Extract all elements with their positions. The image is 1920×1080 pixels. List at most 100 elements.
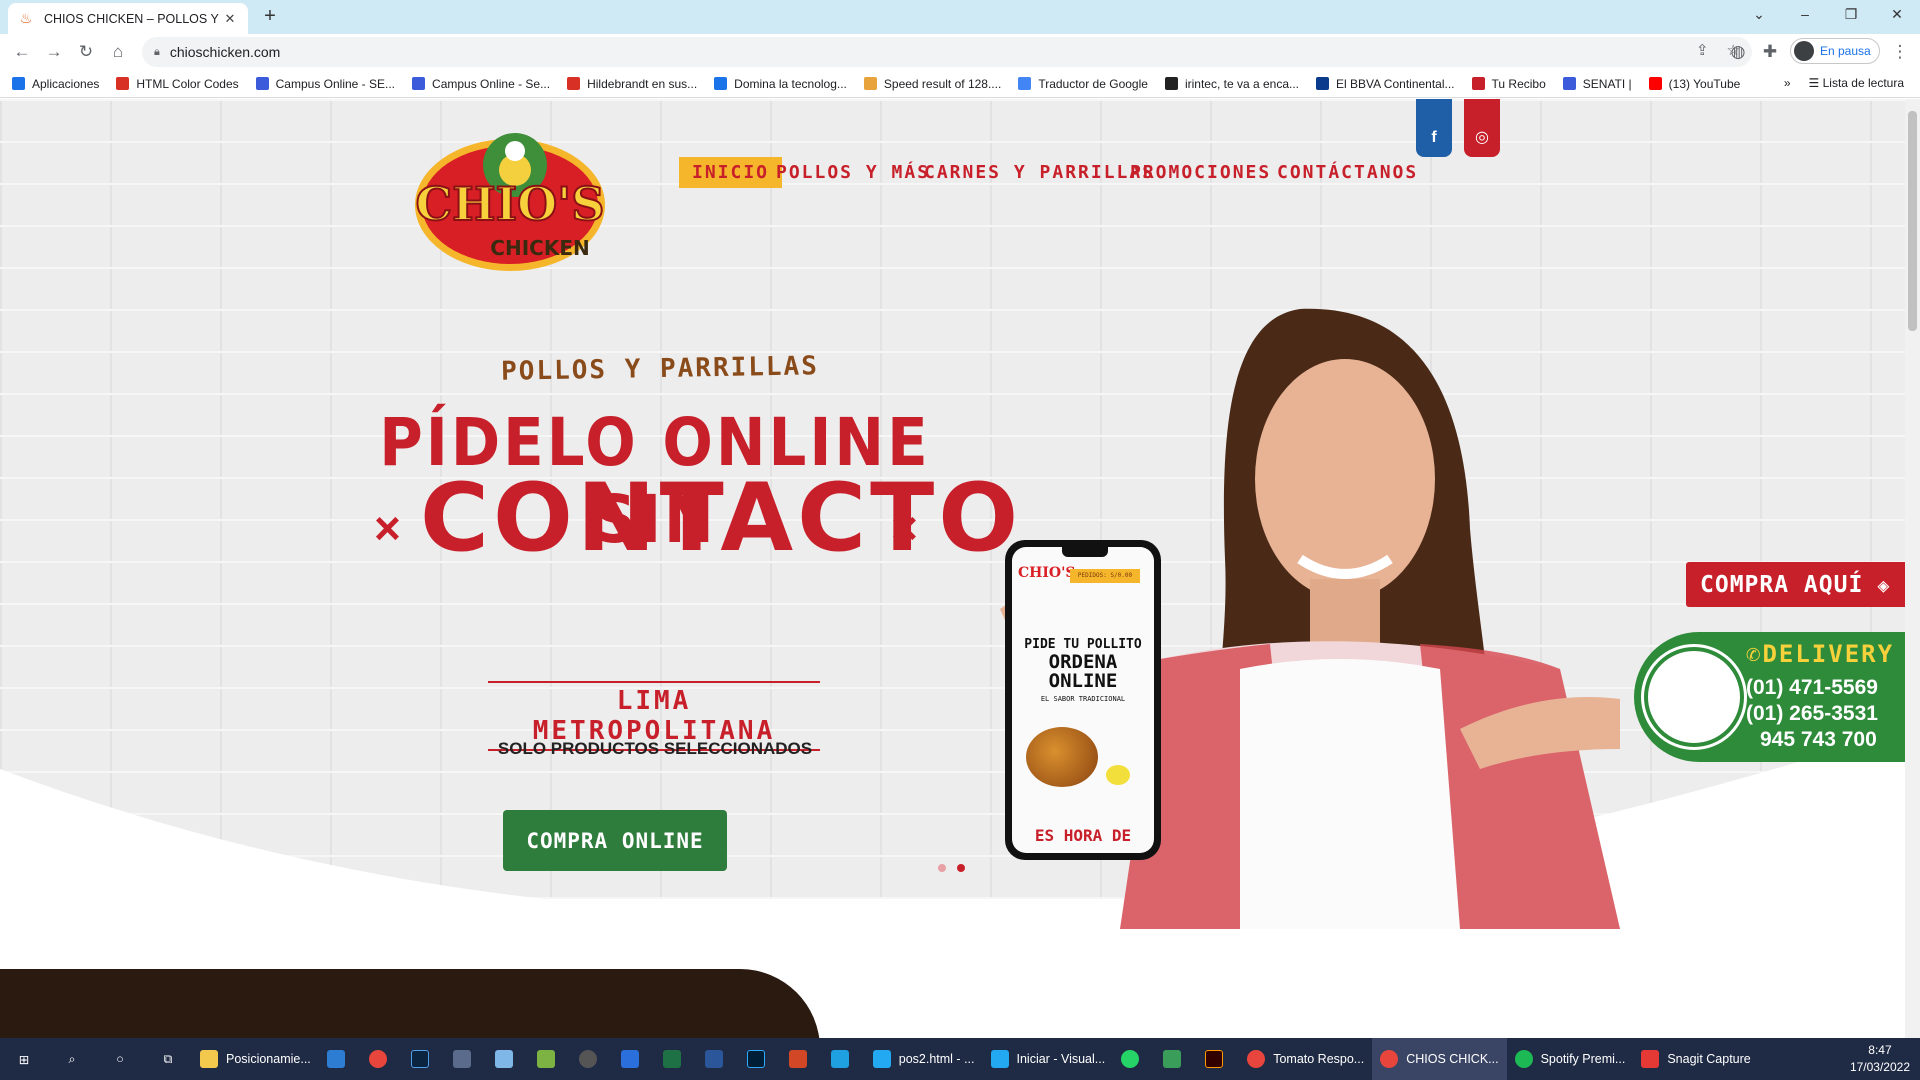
bookmark-item[interactable]: (13) YouTube bbox=[1648, 77, 1740, 91]
delivery-phone-2: (01) 265-3531 bbox=[1746, 702, 1878, 725]
delivery-badge[interactable]: ✆DELIVERY (01) 471-5569 (01) 265-3531 94… bbox=[1634, 632, 1905, 762]
hero-kicker: POLLOS Y PARRILLAS bbox=[500, 351, 820, 387]
taskbar-vscode-1[interactable]: pos2.html - ... bbox=[865, 1038, 983, 1080]
bookmark-item[interactable]: Campus Online - SE... bbox=[255, 77, 395, 91]
bookmark-item[interactable]: Campus Online - Se... bbox=[412, 77, 550, 91]
facebook-button[interactable]: f bbox=[1416, 99, 1452, 157]
taskbar-spotify[interactable]: Spotify Premi... bbox=[1507, 1038, 1634, 1080]
page-scrollbar[interactable] bbox=[1905, 99, 1920, 1038]
taskbar-screen[interactable] bbox=[823, 1038, 865, 1080]
taskbar-illustrator[interactable] bbox=[1197, 1038, 1239, 1080]
bookmark-item[interactable]: Aplicaciones bbox=[12, 77, 99, 91]
excel-icon bbox=[662, 1050, 681, 1068]
cortana-icon[interactable]: ○ bbox=[96, 1038, 144, 1080]
phone-mockup: CHIO'S PEDIDOS: S/0.00 PIDE TU POLLITO O… bbox=[1005, 540, 1161, 860]
bookmark-favicon-icon bbox=[412, 77, 426, 90]
bookmark-item[interactable]: Tu Recibo bbox=[1471, 77, 1546, 91]
taskbar-label: Snagit Capture bbox=[1667, 1052, 1751, 1066]
reload-icon[interactable]: ↻ bbox=[70, 36, 102, 68]
taskbar-chrome-tomato[interactable]: Tomato Respo... bbox=[1239, 1038, 1372, 1080]
bookmarks-overflow-icon[interactable]: » bbox=[1784, 76, 1791, 90]
taskbar-android[interactable] bbox=[529, 1038, 571, 1080]
compra-aqui-button[interactable]: COMPRA AQUÍ ◈ bbox=[1686, 562, 1905, 607]
instagram-icon: ◎ bbox=[1475, 129, 1489, 146]
puzzle-extensions-icon[interactable]: ✚ bbox=[1754, 36, 1786, 68]
taskbar-chrome-chios[interactable]: CHIOS CHICK... bbox=[1372, 1038, 1507, 1080]
extension-icon[interactable]: ◍ bbox=[1722, 36, 1754, 68]
profile-label: En pausa bbox=[1820, 44, 1871, 58]
home-icon[interactable]: ⌂ bbox=[102, 36, 134, 68]
bookmark-item[interactable]: irintec, te va a enca... bbox=[1164, 77, 1299, 91]
taskbar-whatsapp[interactable] bbox=[1113, 1038, 1155, 1080]
taskbar-notes[interactable] bbox=[487, 1038, 529, 1080]
restore-button[interactable]: ❐ bbox=[1828, 0, 1874, 30]
nav-contactanos[interactable]: CONTÁCTANOS bbox=[1277, 162, 1418, 183]
taskbar-chrome[interactable] bbox=[361, 1038, 403, 1080]
taskbar-label: CHIOS CHICK... bbox=[1406, 1052, 1499, 1066]
slider-dot-2[interactable] bbox=[957, 864, 965, 872]
lock-icon: 🔒︎ bbox=[154, 45, 160, 58]
windows-start-icon[interactable]: ⊞ bbox=[0, 1038, 48, 1080]
scrollbar-thumb[interactable] bbox=[1908, 111, 1917, 331]
taskbar-snagit[interactable]: Snagit Capture bbox=[1633, 1038, 1758, 1080]
bookmark-item[interactable]: Domina la tecnolog... bbox=[714, 77, 847, 91]
instagram-button[interactable]: ◎ bbox=[1464, 99, 1500, 157]
phone-screen: CHIO'S PEDIDOS: S/0.00 PIDE TU POLLITO O… bbox=[1012, 547, 1154, 853]
nav-inicio[interactable]: INICIO bbox=[679, 157, 783, 188]
bookmark-item[interactable]: SENATI | bbox=[1562, 77, 1632, 91]
taskbar-excel[interactable] bbox=[655, 1038, 697, 1080]
taskbar-calculator[interactable] bbox=[445, 1038, 487, 1080]
minimize-button[interactable]: – bbox=[1782, 0, 1828, 30]
taskbar-download[interactable] bbox=[1155, 1038, 1197, 1080]
nav-pollos[interactable]: POLLOS Y MÁS bbox=[776, 162, 930, 183]
taskbar-word[interactable] bbox=[697, 1038, 739, 1080]
mascot-icon bbox=[1641, 644, 1747, 750]
tab-search-icon[interactable]: ⌄ bbox=[1736, 0, 1782, 30]
taskbar-label: Tomato Respo... bbox=[1273, 1052, 1365, 1066]
close-tab-icon[interactable]: ✕ bbox=[222, 11, 238, 27]
reading-list-button[interactable]: ☰ Lista de lectura bbox=[1809, 76, 1904, 90]
taskbar-app-explorer[interactable]: Posicionamie... bbox=[192, 1038, 319, 1080]
bookmark-item[interactable]: El BBVA Continental... bbox=[1316, 77, 1455, 91]
taskbar-4k[interactable] bbox=[571, 1038, 613, 1080]
web-page: CHIO'S CHICKEN INICIO POLLOS Y MÁS CARNE… bbox=[0, 99, 1905, 1038]
bookmark-item[interactable]: HTML Color Codes bbox=[116, 77, 239, 91]
taskbar-lightroom[interactable] bbox=[403, 1038, 445, 1080]
share-icon[interactable]: ⇪ bbox=[1696, 41, 1709, 59]
task-view-icon[interactable]: ⧉ bbox=[144, 1038, 192, 1080]
taskbar-mail[interactable] bbox=[319, 1038, 361, 1080]
bookmark-item[interactable]: Speed result of 128.... bbox=[863, 77, 1001, 91]
taskbar-photoshop[interactable] bbox=[739, 1038, 781, 1080]
search-icon[interactable]: ⌕ bbox=[48, 1038, 96, 1080]
bookmark-favicon-icon bbox=[1018, 77, 1032, 90]
profile-button[interactable]: En pausa bbox=[1790, 38, 1880, 64]
slider-dot-1[interactable] bbox=[938, 864, 946, 872]
nav-promociones[interactable]: PROMOCIONES bbox=[1130, 162, 1271, 183]
chrome-icon bbox=[368, 1050, 387, 1068]
taskbar-app[interactable] bbox=[613, 1038, 655, 1080]
x-mark-right: × bbox=[891, 502, 918, 554]
vscode-icon bbox=[872, 1050, 891, 1068]
browser-tab[interactable]: ♨ CHIOS CHICKEN – POLLOS Y PAR ✕ bbox=[8, 3, 248, 34]
bookmark-item[interactable]: Hildebrandt en sus... bbox=[567, 77, 697, 91]
compra-online-button[interactable]: COMPRA ONLINE bbox=[503, 810, 727, 871]
bookmark-item[interactable]: Traductor de Google bbox=[1018, 77, 1148, 91]
taskbar-vscode-2[interactable]: Iniciar - Visual... bbox=[983, 1038, 1114, 1080]
system-clock[interactable]: 8:47 17/03/2022 bbox=[1850, 1042, 1910, 1076]
back-icon[interactable]: ← bbox=[6, 36, 38, 68]
menu-icon[interactable]: ⋮ bbox=[1884, 36, 1916, 68]
new-tab-button[interactable]: + bbox=[258, 5, 282, 29]
bookmark-favicon-icon bbox=[1316, 77, 1329, 90]
bookmark-label: Traductor de Google bbox=[1038, 76, 1148, 91]
forward-icon[interactable]: → bbox=[38, 36, 70, 68]
clock-date: 17/03/2022 bbox=[1849, 1060, 1910, 1074]
chicken-favicon-icon: ♨ bbox=[19, 10, 33, 26]
taskbar-label: Iniciar - Visual... bbox=[1016, 1052, 1106, 1066]
close-window-button[interactable]: ✕ bbox=[1874, 0, 1920, 30]
taskbar-powerpoint[interactable] bbox=[781, 1038, 823, 1080]
address-bar[interactable]: 🔒︎ chioschicken.com ⇪ ☆ bbox=[142, 37, 1752, 67]
bookmark-favicon-icon bbox=[12, 77, 25, 90]
taskbar-label: Posicionamie... bbox=[226, 1052, 311, 1066]
bookmark-favicon-icon bbox=[863, 77, 877, 90]
nav-carnes[interactable]: CARNES Y PARRILLAS bbox=[924, 162, 1155, 183]
